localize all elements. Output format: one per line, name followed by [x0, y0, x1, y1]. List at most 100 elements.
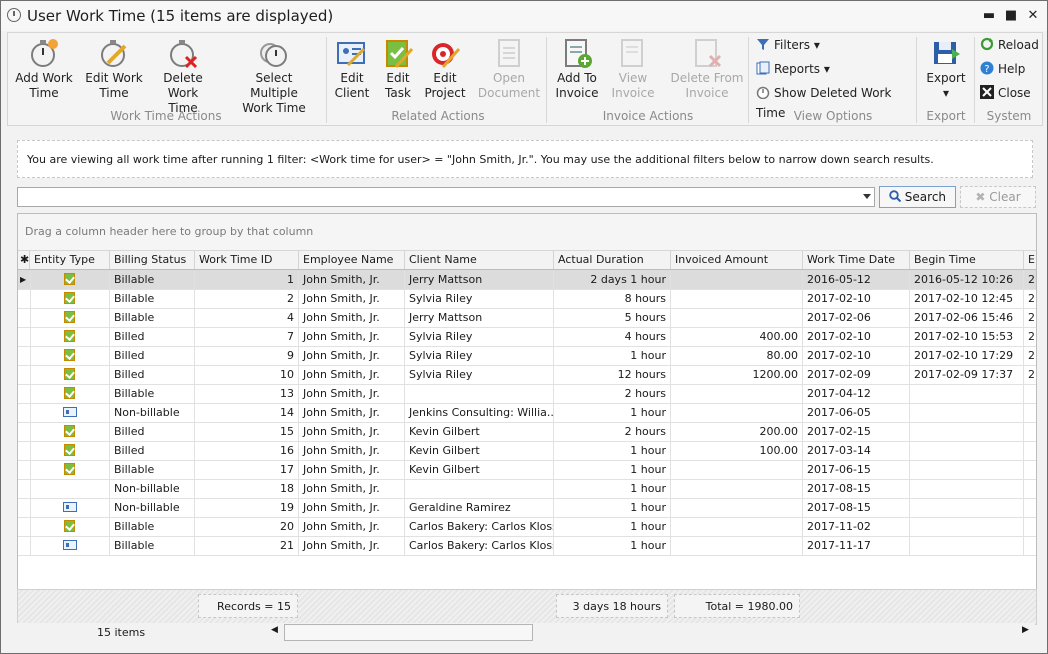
- column-header-end[interactable]: E: [1024, 251, 1036, 269]
- open-document-button[interactable]: Open Document: [474, 37, 544, 101]
- client-name-cell: Carlos Bakery: Carlos Kloss: [405, 517, 554, 536]
- table-row[interactable]: Billable 13 John Smith, Jr. 2 hours 2017-04-…: [18, 384, 1036, 404]
- app-window: User Work Time (15 items are displayed) …: [0, 0, 1048, 654]
- column-header-actual-duration[interactable]: Actual Duration: [554, 251, 671, 269]
- group-by-panel[interactable]: Drag a column header here to group by th…: [18, 214, 1036, 251]
- invoiced-amount-cell: [671, 384, 803, 403]
- invoiced-amount-cell: [671, 479, 803, 498]
- invoiced-amount-cell: [671, 308, 803, 327]
- end-time-cell: 2: [1024, 327, 1036, 346]
- employee-name-cell: John Smith, Jr.: [299, 365, 405, 384]
- clear-button[interactable]: ✖ Clear: [960, 186, 1036, 208]
- entity-type-cell: [30, 289, 110, 308]
- edit-client-button[interactable]: Edit Client: [332, 37, 372, 101]
- billable-task-icon: [64, 368, 75, 380]
- add-work-time-button[interactable]: Add Work Time: [14, 37, 74, 101]
- actual-duration-cell: 4 hours: [554, 327, 671, 346]
- reports-label: Reports: [774, 62, 821, 76]
- table-row[interactable]: Billed 16 John Smith, Jr. Kevin Gilbert 1 ho…: [18, 441, 1036, 461]
- edit-project-label: Edit Project: [424, 71, 466, 100]
- billing-status-cell: Billable: [110, 308, 195, 327]
- begin-time-cell: [910, 460, 1024, 479]
- column-header-work-time-date[interactable]: Work Time Date: [803, 251, 910, 269]
- table-row[interactable]: Billed 7 John Smith, Jr. Sylvia Riley 4 hour…: [18, 327, 1036, 347]
- table-row[interactable]: Billable 20 John Smith, Jr. Carlos Bakery: …: [18, 517, 1036, 537]
- table-row[interactable]: Billable 17 John Smith, Jr. Kevin Gilbert 1 …: [18, 460, 1036, 480]
- table-row[interactable]: Billed 10 John Smith, Jr. Sylvia Riley 12 ho…: [18, 365, 1036, 385]
- column-header-entity-type[interactable]: Entity Type: [30, 251, 110, 269]
- show-deleted-button[interactable]: Show Deleted Work Time: [756, 83, 916, 120]
- column-header-client-name[interactable]: Client Name: [405, 251, 554, 269]
- chevron-down-icon[interactable]: [863, 194, 871, 199]
- search-button[interactable]: Search: [879, 186, 956, 208]
- work-time-id-cell: 14: [195, 403, 299, 422]
- table-row[interactable]: Non-billable 18 John Smith, Jr. 1 hour 2017-…: [18, 479, 1036, 499]
- new-row-indicator: ✱: [18, 251, 30, 269]
- invoiced-amount-cell: 400.00: [671, 327, 803, 346]
- document-icon: [493, 37, 525, 69]
- table-row[interactable]: Billed 9 John Smith, Jr. Sylvia Riley 1 hour…: [18, 346, 1036, 366]
- reports-button[interactable]: Reports ▾: [756, 59, 830, 79]
- view-invoice-button[interactable]: View Invoice: [608, 37, 658, 101]
- filters-button[interactable]: Filters ▾: [756, 35, 820, 55]
- close-button[interactable]: Close: [980, 83, 1031, 103]
- work-time-id-cell: 21: [195, 536, 299, 555]
- invoiced-amount-cell: [671, 270, 803, 289]
- end-time-cell: [1024, 441, 1036, 460]
- employee-name-cell: John Smith, Jr.: [299, 422, 405, 441]
- export-button[interactable]: Export ▾: [924, 37, 968, 101]
- reload-label: Reload: [998, 38, 1039, 52]
- close-window-button[interactable]: ✕: [1023, 7, 1043, 25]
- column-header-invoiced-amount[interactable]: Invoiced Amount: [671, 251, 803, 269]
- add-to-invoice-button[interactable]: Add To Invoice: [552, 37, 602, 101]
- title-bar: User Work Time (15 items are displayed) …: [1, 1, 1047, 31]
- client-name-cell: Kevin Gilbert: [405, 460, 554, 479]
- project-target-icon: [429, 37, 461, 69]
- work-time-date-cell: 2017-08-15: [803, 479, 910, 498]
- table-row[interactable]: ▶ Billable 1 John Smith, Jr. Jerry Mattson 2 …: [18, 270, 1036, 290]
- work-time-date-cell: 2017-02-06: [803, 308, 910, 327]
- entity-type-cell: [30, 346, 110, 365]
- client-name-cell: Jenkins Consulting: Willia...: [405, 403, 554, 422]
- minimize-button[interactable]: ▬: [979, 7, 999, 25]
- billing-status-cell: Billable: [110, 270, 195, 289]
- employee-name-cell: John Smith, Jr.: [299, 289, 405, 308]
- billing-status-cell: Billed: [110, 346, 195, 365]
- actual-duration-cell: 1 hour: [554, 346, 671, 365]
- help-button[interactable]: ? Help: [980, 59, 1025, 79]
- table-row[interactable]: Billed 15 John Smith, Jr. Kevin Gilbert 2 ho…: [18, 422, 1036, 442]
- column-header-begin-time[interactable]: Begin Time: [910, 251, 1024, 269]
- edit-task-button[interactable]: Edit Task: [378, 37, 418, 101]
- scroll-left-icon[interactable]: ◀: [271, 625, 278, 635]
- end-time-cell: 2: [1024, 346, 1036, 365]
- end-time-cell: [1024, 536, 1036, 555]
- billing-status-cell: Billable: [110, 384, 195, 403]
- client-name-cell: Geraldine Ramirez: [405, 498, 554, 517]
- select-multiple-work-time-button[interactable]: Select Multiple Work Time: [230, 37, 318, 116]
- invoiced-amount-cell: [671, 517, 803, 536]
- maximize-button[interactable]: ■: [1001, 7, 1021, 25]
- table-row[interactable]: Billable 21 John Smith, Jr. Carlos Bakery: …: [18, 536, 1036, 556]
- column-header-work-time-id[interactable]: Work Time ID: [195, 251, 299, 269]
- client-name-cell: Sylvia Riley: [405, 365, 554, 384]
- ribbon-separator: [326, 37, 327, 123]
- reload-button[interactable]: Reload: [980, 35, 1039, 55]
- actual-duration-cell: 1 hour: [554, 517, 671, 536]
- work-time-id-cell: 20: [195, 517, 299, 536]
- table-row[interactable]: Billable 4 John Smith, Jr. Jerry Mattson 5 h…: [18, 308, 1036, 328]
- edit-work-time-button[interactable]: Edit Work Time: [84, 37, 144, 101]
- window-title: User Work Time (15 items are displayed): [27, 7, 334, 25]
- table-row[interactable]: Billable 2 John Smith, Jr. Sylvia Riley 8 ho…: [18, 289, 1036, 309]
- column-header-employee-name[interactable]: Employee Name: [299, 251, 405, 269]
- client-name-cell: Jerry Mattson: [405, 270, 554, 289]
- scroll-right-icon[interactable]: ▶: [1022, 625, 1029, 635]
- begin-time-cell: 2017-02-10 15:53: [910, 327, 1024, 346]
- edit-project-button[interactable]: Edit Project: [424, 37, 466, 101]
- delete-work-time-button[interactable]: Delete Work Time: [152, 37, 214, 116]
- column-header-billing-status[interactable]: Billing Status: [110, 251, 195, 269]
- table-row[interactable]: Non-billable 19 John Smith, Jr. Geraldine R…: [18, 498, 1036, 518]
- horizontal-scrollbar-thumb[interactable]: [284, 624, 533, 641]
- table-row[interactable]: Non-billable 14 John Smith, Jr. Jenkins Con…: [18, 403, 1036, 423]
- delete-from-invoice-button[interactable]: Delete From Invoice: [670, 37, 744, 101]
- search-input[interactable]: [17, 187, 875, 207]
